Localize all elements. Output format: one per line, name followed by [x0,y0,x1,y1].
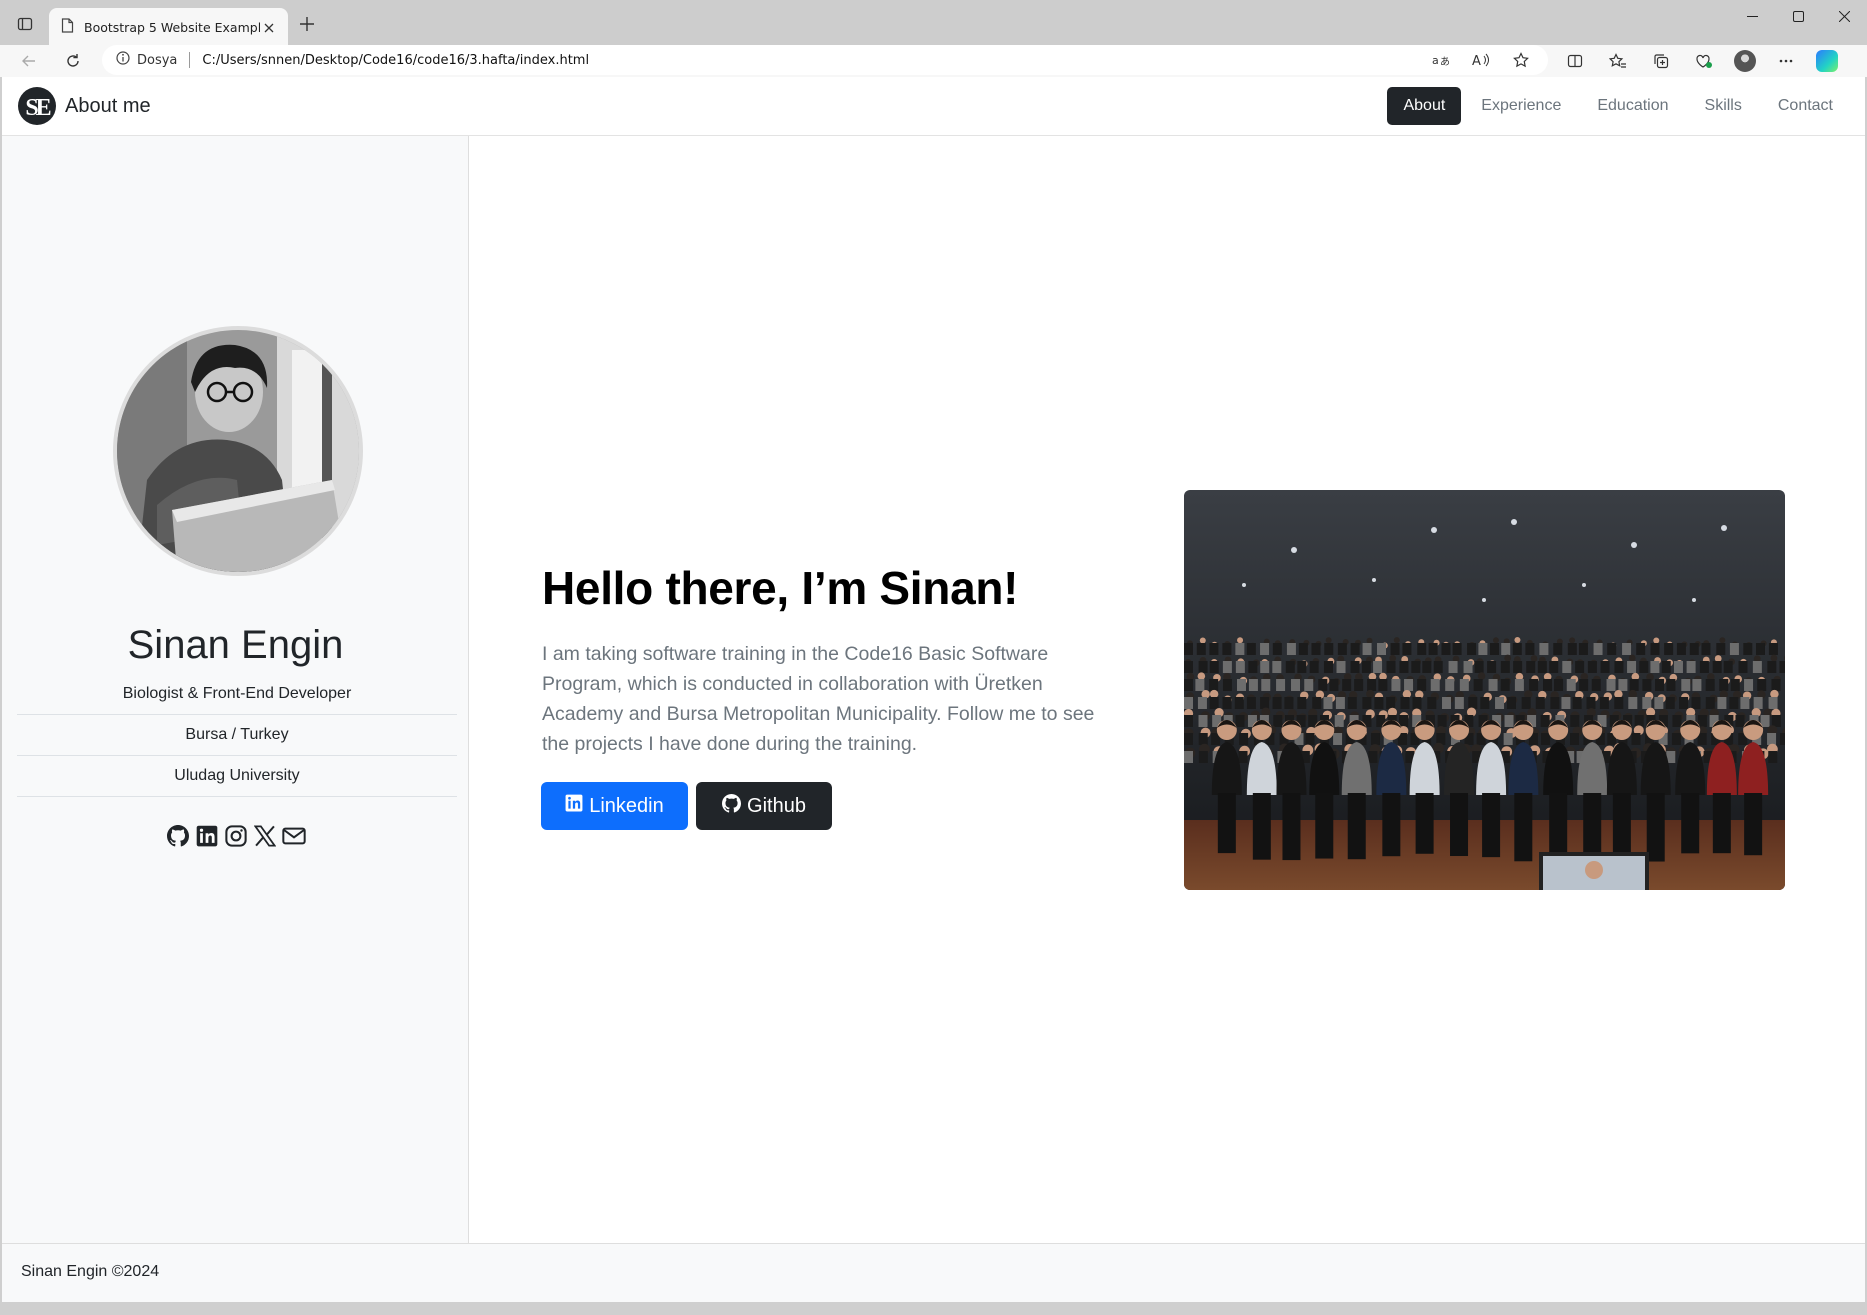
svg-text:あ: あ [1440,56,1450,68]
minimize-icon[interactable] [1729,0,1775,32]
collections-icon[interactable] [1648,48,1674,74]
copilot-icon[interactable] [1816,50,1838,72]
navbar-brand[interactable]: SE About me [18,87,151,125]
favorites-icon[interactable] [1605,48,1631,74]
translate-icon[interactable]: aあ [1428,47,1454,73]
github-icon [722,793,742,819]
svg-text:SE: SE [25,95,50,121]
profile-location: Bursa / Turkey [17,715,457,756]
favorite-star-icon[interactable] [1508,47,1534,73]
site-info[interactable]: Dosya [116,51,177,69]
linkedin-icon [565,794,583,818]
hero-text: I am taking software training in the Cod… [542,643,1095,755]
browser-essentials-icon[interactable] [1691,48,1717,74]
brand-text: About me [65,94,151,117]
tab-actions-icon[interactable] [12,11,38,37]
svg-text:a: a [1432,54,1439,67]
site-info-label: Dosya [137,52,178,68]
linkedin-icon[interactable] [195,824,219,848]
profile-school: Uludag University [17,756,457,797]
group-photo [1184,490,1785,890]
github-button[interactable]: Github [696,782,832,830]
close-window-icon[interactable] [1821,0,1867,32]
more-options-icon[interactable] [1773,48,1799,74]
page-viewport: SE About me About Experience Education S… [2,77,1865,1302]
social-links [2,824,469,848]
linkedin-button[interactable]: Linkedin [541,782,688,830]
nav-link-contact[interactable]: Contact [1762,87,1849,125]
site-navbar: SE About me About Experience Education S… [2,77,1865,136]
footer-text: Sinan Engin ©2024 [21,1263,160,1280]
tab-title: Bootstrap 5 Website Example [84,20,260,35]
nav-link-education[interactable]: Education [1581,87,1684,125]
profile-avatar[interactable] [1734,50,1756,72]
reload-icon[interactable] [60,48,86,74]
address-divider [189,52,191,68]
profile-title: Biologist & Front-End Developer [17,674,457,715]
nav-link-experience[interactable]: Experience [1465,87,1577,125]
url-text[interactable]: C:/Users/snnen/Desktop/Code16/code16/3.h… [202,53,1428,68]
nav-links: About Experience Education Skills Contac… [1387,87,1849,125]
x-icon[interactable] [253,824,277,848]
browser-tab[interactable]: Bootstrap 5 Website Example [49,8,288,47]
profile-info-list: Biologist & Front-End Developer Bursa / … [17,674,457,797]
profile-sidebar: Sinan Engin Biologist & Front-End Develo… [2,136,469,1243]
close-tab-icon[interactable] [260,19,278,37]
new-tab-icon[interactable] [295,12,319,36]
site-footer: Sinan Engin ©2024 [2,1243,1865,1302]
linkedin-button-label: Linkedin [589,794,664,817]
hero-title: Hello there, I’m Sinan! [542,562,1019,614]
github-button-label: Github [747,794,806,817]
address-bar[interactable]: Dosya C:/Users/snnen/Desktop/Code16/code… [102,45,1548,75]
instagram-icon[interactable] [224,824,248,848]
back-arrow-icon[interactable] [16,48,42,74]
svg-text:A: A [1472,54,1481,68]
maximize-icon[interactable] [1775,0,1821,32]
browser-toolbar: Dosya C:/Users/snnen/Desktop/Code16/code… [0,45,1867,77]
github-icon[interactable] [166,824,190,848]
envelope-icon[interactable] [281,824,306,848]
browser-tab-bar: Bootstrap 5 Website Example [0,0,1867,47]
page-icon [61,18,74,37]
split-screen-icon[interactable] [1562,48,1588,74]
nav-link-about[interactable]: About [1387,87,1462,125]
profile-name: Sinan Engin [127,623,344,667]
read-aloud-icon[interactable]: A [1468,47,1494,73]
profile-photo [113,326,363,576]
window-bottom-edge [0,1302,1867,1315]
nav-link-skills[interactable]: Skills [1689,87,1758,125]
info-icon [116,51,130,69]
brand-logo: SE [18,87,56,125]
window-controls [1729,0,1867,32]
